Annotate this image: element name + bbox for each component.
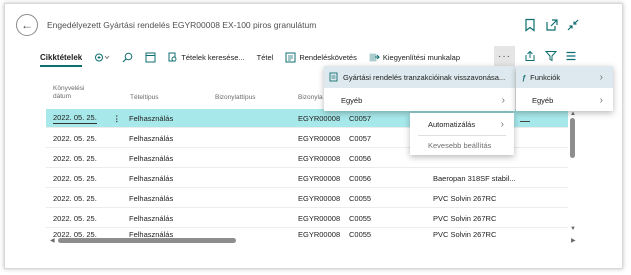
- cell-entry-type: Felhasználás: [129, 174, 174, 183]
- line-menu-button[interactable]: Tétel: [257, 53, 274, 62]
- row-actions-icon[interactable]: ⋮: [113, 114, 121, 123]
- cell-posting-date[interactable]: 2022. 05. 25.: [53, 194, 97, 203]
- menu-item-undo-transactions[interactable]: Gyártási rendelés tranzakcióinak visszav…: [324, 66, 515, 88]
- scroll-up-icon[interactable]: ▲: [570, 111, 576, 117]
- cell-item-no: C0055: [349, 214, 372, 223]
- menu-item-automation-label: Automatizálás: [428, 120, 476, 129]
- cell-posting-date[interactable]: 2022. 05. 25.: [53, 154, 97, 163]
- cell-entry-type: Felhasználás: [129, 114, 174, 123]
- cell-posting-date[interactable]: 2022. 05. 25.: [53, 134, 97, 143]
- find-entries-label: Tételek keresése...: [181, 52, 245, 62]
- cell-entry-type: Felhasználás: [129, 194, 174, 203]
- column-header-doc-type[interactable]: Bizonylattípus: [215, 94, 255, 102]
- table-row[interactable]: 2022. 05. 25. Felhasználás EGYR00008 C00…: [46, 169, 568, 188]
- column-header-entry-type[interactable]: Tételtípus: [130, 94, 159, 102]
- menu-item-other[interactable]: Egyéb ›: [324, 90, 515, 110]
- cell-description: Baeropan 318SF stabil...: [433, 174, 516, 183]
- cell-doc-no: EGYR00008: [298, 214, 341, 223]
- page-title: Engedélyezett Gyártási rendelés EGYR0000…: [47, 20, 317, 30]
- table-row[interactable]: 2022. 05. 25. Felhasználás EGYR00008 C00…: [46, 229, 568, 238]
- menu-item-other-right[interactable]: Egyéb ›: [516, 90, 613, 110]
- cell-item-no: C0057: [349, 134, 372, 143]
- worksheet-label: Kiegyenlítési munkalap: [382, 52, 460, 62]
- cell-posting-date[interactable]: 2022. 05. 25.: [53, 174, 97, 183]
- chevron-right-icon: ›: [599, 94, 603, 106]
- column-header-posting-date[interactable]: Könyvelési dátum: [53, 85, 97, 102]
- scroll-down-icon[interactable]: ▼: [570, 226, 576, 232]
- list-view-icon[interactable]: [565, 50, 577, 62]
- cell-item-no: C0056: [349, 154, 372, 163]
- worksheet-icon: [369, 53, 380, 61]
- back-button[interactable]: ←: [16, 14, 38, 36]
- cell-description: PVC Solvin 267RC: [433, 194, 497, 203]
- share-icon[interactable]: [524, 50, 536, 62]
- tab-lines[interactable]: Cikktételek: [40, 53, 83, 67]
- cell-posting-date[interactable]: 2022. 05. 25.: [53, 113, 97, 124]
- more-options-button[interactable]: ···: [494, 46, 515, 66]
- find-entries-icon: [168, 52, 177, 61]
- cell-doc-no: EGYR00008: [298, 134, 341, 143]
- filter-icon[interactable]: [545, 50, 557, 62]
- cell-posting-date[interactable]: 2022. 05. 25.: [53, 230, 97, 238]
- search-button[interactable]: [122, 52, 133, 63]
- cell-entry-type: Felhasználás: [129, 214, 174, 223]
- find-entries-button[interactable]: Tételek keresése...: [168, 52, 245, 63]
- chevron-right-icon: ›: [599, 71, 603, 83]
- cell-doc-no: EGYR00008: [298, 154, 341, 163]
- cell-entry-type: Felhasználás: [129, 230, 174, 238]
- order-tracking-icon: [285, 52, 296, 62]
- collapse-icon[interactable]: [566, 18, 580, 32]
- menu-item-automation[interactable]: Automatizálás ›: [410, 116, 514, 133]
- edit-list-icon: [145, 52, 156, 62]
- cell-blank: [520, 112, 530, 122]
- cell-doc-no: EGYR00008: [298, 194, 341, 203]
- edit-list-button[interactable]: [145, 52, 156, 63]
- cell-item-no: C0056: [349, 174, 372, 183]
- cell-entry-type: Felhasználás: [129, 134, 174, 143]
- menu-item-undo-transactions-label: Gyártási rendelés tranzakcióinak visszav…: [343, 72, 506, 82]
- table-row[interactable]: 2022. 05. 25. Felhasználás EGYR00008 C00…: [46, 189, 568, 208]
- order-tracking-button[interactable]: Rendeléskövetés: [285, 52, 357, 63]
- cell-doc-no: EGYR00008: [298, 174, 341, 183]
- menu-item-other-right-label: Egyéb: [532, 95, 554, 105]
- cell-item-no: C0055: [349, 230, 372, 238]
- manage-icon: [95, 53, 110, 61]
- chevron-right-icon: ›: [500, 119, 504, 130]
- open-new-window-icon[interactable]: [545, 18, 559, 32]
- menu-divider: [418, 135, 506, 136]
- menu-item-fewer-options-label: Kevesebb beállítás: [428, 141, 492, 150]
- menu-item-functions-label: Funkciók: [530, 72, 561, 82]
- cell-doc-no: EGYR00008: [298, 114, 341, 123]
- scroll-left-icon[interactable]: ◀: [50, 237, 55, 244]
- menu-item-fewer-options[interactable]: Kevesebb beállítás: [410, 137, 514, 154]
- horizontal-scroll-thumb[interactable]: [58, 238, 236, 243]
- cell-item-no: C0057: [349, 114, 372, 123]
- menu-item-functions[interactable]: ƒ Funkciók ›: [516, 66, 613, 88]
- manage-button[interactable]: [94, 52, 110, 63]
- undo-document-icon: [329, 72, 338, 82]
- chevron-right-icon: ›: [501, 94, 505, 106]
- bookmark-icon[interactable]: [523, 18, 537, 32]
- other-submenu: Automatizálás › Kevesebb beállítás: [410, 113, 514, 155]
- table-row[interactable]: 2022. 05. 25. Felhasználás EGYR00008 C00…: [46, 209, 568, 228]
- cell-entry-type: Felhasználás: [129, 154, 174, 163]
- worksheet-button[interactable]: Kiegyenlítési munkalap: [369, 52, 460, 63]
- cell-posting-date[interactable]: 2022. 05. 25.: [53, 214, 97, 223]
- order-tracking-label: Rendeléskövetés: [299, 52, 357, 62]
- cell-description: PVC Solvin 267RC: [433, 214, 497, 223]
- cell-item-no: C0055: [349, 194, 372, 203]
- cell-description: PVC Solvin 267RC: [433, 230, 497, 238]
- menu-item-other-label: Egyéb: [341, 95, 363, 105]
- functions-menu: ƒ Funkciók › Egyéb ›: [516, 66, 613, 111]
- scroll-right-icon[interactable]: ▶: [571, 237, 576, 244]
- cell-doc-no: EGYR00008: [298, 230, 341, 238]
- column-header-doc-no[interactable]: Bizonyla: [298, 94, 323, 102]
- arrow-left-icon: ←: [21, 18, 33, 32]
- search-icon: [122, 52, 133, 62]
- vertical-scroll-thumb[interactable]: [570, 118, 575, 158]
- lightning-icon: ƒ: [522, 72, 527, 82]
- more-options-menu: Gyártási rendelés tranzakcióinak visszav…: [324, 66, 515, 111]
